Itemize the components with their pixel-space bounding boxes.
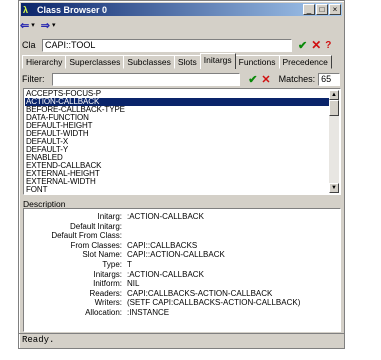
list-item[interactable]: DEFAULT-X xyxy=(25,138,329,146)
initargs-list-items: ACCEPTS-FOCUS-P ACTION-CALLBACK BEFORE-CAL… xyxy=(25,90,329,194)
description-key: Slot Name: xyxy=(82,250,122,260)
description-row: Readers: CAPI:CALLBACKS-ACTION-CALLBACK xyxy=(24,289,340,298)
filter-label: Filter: xyxy=(22,74,45,84)
class-input[interactable]: CAPI::TOOL xyxy=(42,38,292,52)
description-value: NIL xyxy=(127,279,140,289)
description-key: Writers: xyxy=(94,298,122,308)
back-arrow-icon[interactable]: ⇐ xyxy=(20,20,29,32)
tab-slots[interactable]: Slots xyxy=(173,55,201,69)
description-value: CAPI::CALLBACKS xyxy=(127,240,198,250)
description-value: CAPI::ACTION-CALLBACK xyxy=(127,250,225,260)
close-button[interactable]: × xyxy=(329,4,341,15)
tab-superclasses[interactable]: Superclasses xyxy=(65,55,125,69)
tab-initargs[interactable]: Initargs xyxy=(199,53,236,69)
matches-count: 65 xyxy=(318,72,340,86)
cancel-icon[interactable]: ✕ xyxy=(311,38,321,52)
description-key: Initarg: xyxy=(97,212,122,221)
list-item[interactable]: EXTERNAL-WIDTH xyxy=(25,178,329,186)
tab-precedence[interactable]: Precedence xyxy=(278,55,332,69)
class-label: Cla xyxy=(22,40,36,50)
description-value: (SETF CAPI:CALLBACKS-ACTION-CALLBACK) xyxy=(127,298,301,308)
description-key: Initargs: xyxy=(93,269,122,279)
status-text: Ready. xyxy=(22,335,55,345)
window-title: Class Browser 0 xyxy=(37,4,108,15)
description-key: Readers: xyxy=(89,288,122,298)
description-value: :INSTANCE xyxy=(127,308,170,317)
scroll-thumb[interactable] xyxy=(329,100,339,116)
description-row: Allocation: :INSTANCE xyxy=(24,308,340,317)
description-value: :ACTION-CALLBACK xyxy=(127,269,204,279)
navigation-toolbar: ⇐ ▾ ⇒ ▾ xyxy=(4,19,59,33)
tab-subclasses[interactable]: Subclasses xyxy=(123,55,175,69)
window-controls: _ □ × xyxy=(303,4,341,15)
list-item[interactable]: FONT xyxy=(25,186,329,194)
description-value: :ACTION-CALLBACK xyxy=(127,212,204,221)
status-bar: Ready. xyxy=(18,333,345,347)
description-key: Type: xyxy=(102,260,122,269)
tab-functions[interactable]: Functions xyxy=(234,55,280,69)
lambda-icon: λ xyxy=(23,4,29,15)
description-key: Allocation: xyxy=(85,308,122,317)
description-row: Initform: NIL xyxy=(24,279,340,288)
description-row: Initargs: :ACTION-CALLBACK xyxy=(24,270,340,279)
description-row: Initarg: :ACTION-CALLBACK xyxy=(24,212,340,221)
tab-bar: Hierarchy Superclasses Subclasses Slots … xyxy=(22,53,332,69)
scroll-down-icon[interactable]: ▼ xyxy=(329,183,339,193)
filter-input[interactable] xyxy=(51,72,241,86)
back-dropdown-icon[interactable]: ▾ xyxy=(31,20,35,32)
description-row: Writers: (SETF CAPI:CALLBACKS-ACTION-CALL… xyxy=(24,298,340,307)
initargs-list[interactable]: ACCEPTS-FOCUS-P ACTION-CALLBACK BEFORE-CAL… xyxy=(23,88,341,195)
description-panel: Initarg::ACTION-CALLBACK Default Initarg:… xyxy=(23,208,341,332)
description-key: Default From Class: xyxy=(51,231,122,241)
filter-clear-icon[interactable]: ✕ xyxy=(261,73,270,86)
forward-dropdown-icon[interactable]: ▾ xyxy=(52,20,56,32)
tab-hierarchy[interactable]: Hierarchy xyxy=(22,55,67,69)
matches-label: Matches: xyxy=(278,74,316,84)
description-key: Initform: xyxy=(93,279,122,289)
list-scrollbar[interactable]: ▲ ▼ xyxy=(329,90,339,193)
list-item[interactable]: DEFAULT-Y xyxy=(25,146,329,154)
filter-apply-icon[interactable]: ✔ xyxy=(248,73,257,86)
description-row: Type: T xyxy=(24,260,340,269)
maximize-button[interactable]: □ xyxy=(316,4,328,15)
description-value: T xyxy=(127,260,132,269)
minimize-button[interactable]: _ xyxy=(303,4,315,15)
list-item[interactable]: DEFAULT-WIDTH xyxy=(25,130,329,138)
forward-arrow-icon[interactable]: ⇒ xyxy=(41,20,50,32)
description-row: Default From Class: xyxy=(24,231,340,240)
title-bar[interactable]: λ Class Browser 0 _ □ × xyxy=(21,3,342,16)
scroll-up-icon[interactable]: ▲ xyxy=(329,90,339,100)
description-row: Default Initarg: xyxy=(24,222,340,231)
description-key: From Classes: xyxy=(70,240,122,250)
description-value: CAPI:CALLBACKS-ACTION-CALLBACK xyxy=(127,288,273,298)
filter-row: Filter: ✔ ✕ Matches: 65 xyxy=(22,72,340,86)
checkmark-icon[interactable]: ✔ xyxy=(298,39,307,52)
description-row: Slot Name: CAPI::ACTION-CALLBACK xyxy=(24,250,340,259)
help-icon[interactable]: ? xyxy=(325,40,331,51)
description-row: From Classes: CAPI::CALLBACKS xyxy=(24,241,340,250)
description-key: Default Initarg: xyxy=(69,221,122,231)
class-row: Cla CAPI::TOOL ✔ ✕ ? xyxy=(22,38,340,52)
